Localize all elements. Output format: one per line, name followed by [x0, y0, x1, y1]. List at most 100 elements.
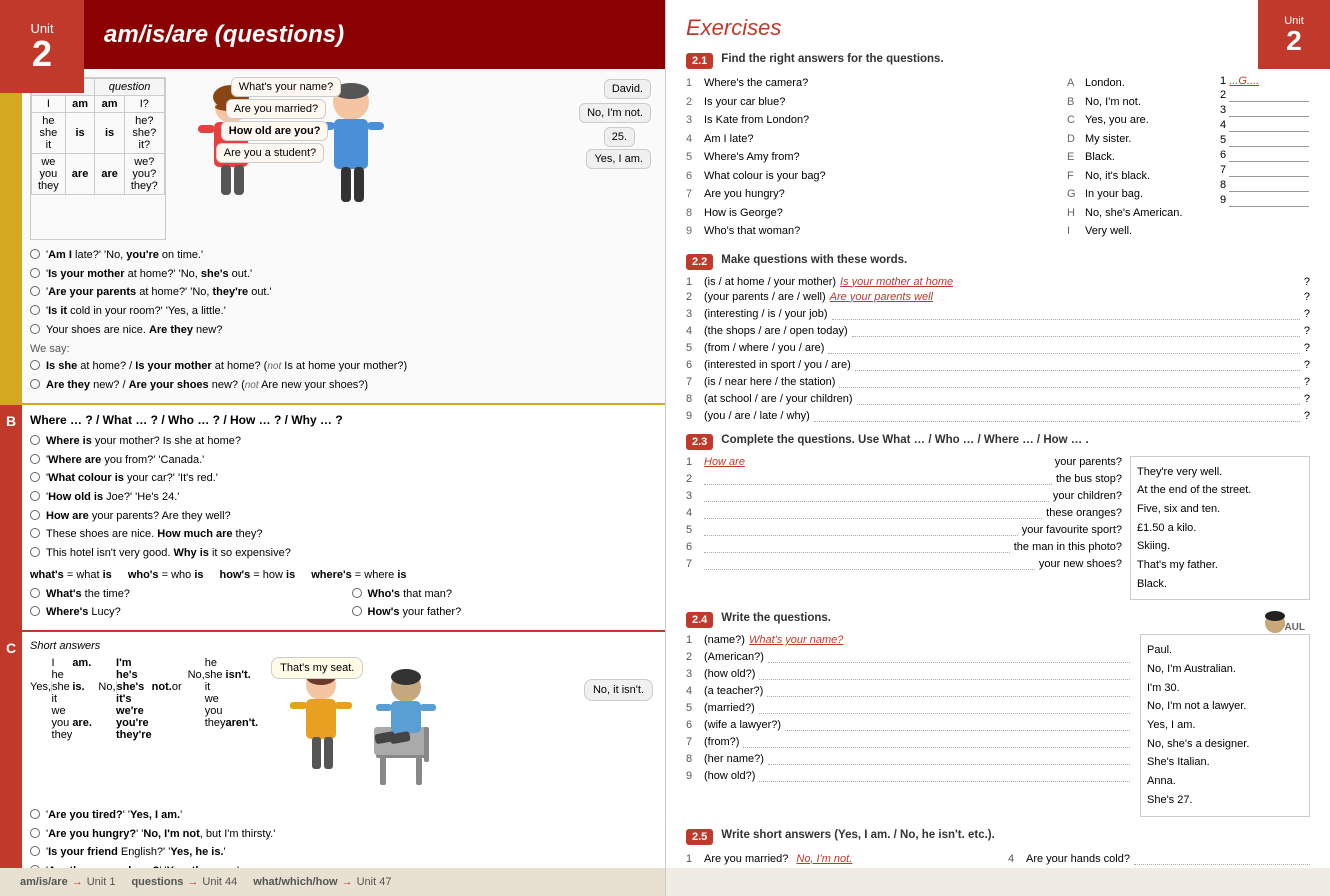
- example-item: 'How old is Joe?' 'He's 24.': [30, 488, 653, 507]
- ex-item: 9 (you / are / late / why) ?: [686, 408, 1310, 422]
- answer-row: CYes, you are.: [1067, 112, 1212, 129]
- short-ans-area: Iam. he Yes,sheis. it we youare. they I'…: [30, 657, 653, 800]
- paul-figure: [1261, 611, 1289, 646]
- section-c-examples: 'Are you tired?' 'Yes, I am.' 'Are you h…: [30, 806, 653, 868]
- grammar-area: positive question I am am I? he she it i…: [30, 77, 653, 240]
- ex-header-2-4: 2.4 Write the questions.: [686, 612, 1310, 628]
- ex-item: 7 (from?): [686, 734, 1130, 748]
- exercise-2-5: 2.5 Write short answers (Yes, I am. / No…: [686, 829, 1310, 869]
- exercises-title: Exercises: [686, 15, 1310, 41]
- section-a: A positive question I am am I?: [0, 69, 665, 405]
- radio-dot: [30, 547, 40, 557]
- example-item: These shoes are nice. How much are they?: [30, 525, 653, 544]
- ex-2-5-grid: 1 Are you married? No, I'm not. 4 Are yo…: [686, 851, 1310, 869]
- section-a-notes: Is she at home? / Is your mother at home…: [30, 357, 653, 394]
- ex-header-2-1: 2.1 Find the right answers for the quest…: [686, 53, 1310, 69]
- ex-item: 1 How are your parents?: [686, 456, 1122, 468]
- radio-dot: [30, 491, 40, 501]
- unit-badge-left: Unit 2: [0, 0, 84, 93]
- ex-header-2-5: 2.5 Write short answers (Yes, I am. / No…: [686, 829, 1310, 845]
- answer-row: DMy sister.: [1067, 131, 1212, 148]
- section-b: B Where … ? / What … ? / Who … ? / How ……: [0, 405, 665, 632]
- section-b-examples2: What's the time? Where's Lucy? Who's tha…: [30, 585, 653, 622]
- answers-col: ALondon. BNo, I'm not. CYes, you are. DM…: [1067, 75, 1212, 242]
- match-row: 2Is your car blue?: [686, 94, 1059, 111]
- illustration-c: That's my seat. No, it isn't.: [266, 657, 653, 800]
- radio-dot: [30, 454, 40, 464]
- section-b-examples: Where is your mother? Is she at home? 'W…: [30, 432, 653, 563]
- lesson-title: am/is/are (questions): [104, 21, 344, 49]
- short-ans-tables: Iam. he Yes,sheis. it we youare. they I'…: [30, 657, 258, 741]
- ex-num-2-2: 2.2: [686, 254, 713, 270]
- radio-dot: [30, 435, 40, 445]
- bubble-c2: No, it isn't.: [584, 679, 653, 701]
- radio-dot: [30, 324, 40, 334]
- bubble-8: Yes, I am.: [586, 149, 651, 169]
- blank-row: 4: [1220, 119, 1310, 132]
- radio-dot: [30, 588, 40, 598]
- ex-item: 2 (your parents / are / well) Are your p…: [686, 291, 1310, 303]
- right-content: Exercises 2.1 Find the right answers for…: [666, 0, 1330, 868]
- match-row: 6What colour is your bag?: [686, 168, 1059, 185]
- blank-row: 2: [1220, 89, 1310, 102]
- radio-dot: [30, 846, 40, 856]
- ex-instr-2-2: Make questions with these words.: [721, 254, 907, 266]
- radio-dot: [30, 472, 40, 482]
- ex-num-2-1: 2.1: [686, 53, 713, 69]
- ex-2-4-cols: 1 (name?) What's your name? 2 (American?…: [686, 634, 1310, 816]
- blank-row: 3: [1220, 104, 1310, 117]
- note-item: Are they new? / Are your shoes new? (not…: [30, 376, 653, 395]
- radio-dot: [30, 510, 40, 520]
- example-item: Who's that man?: [352, 585, 654, 604]
- blank-row: 6: [1220, 149, 1310, 162]
- ex-item: 5 (married?): [686, 700, 1130, 714]
- answer-row: GIn your bag.: [1067, 186, 1212, 203]
- exercise-2-2: 2.2 Make questions with these words. 1 (…: [686, 254, 1310, 422]
- ex-item: 7 your new shoes?: [686, 556, 1122, 570]
- ex-2-4-right: PAUL Paul. No, I'm Australian. I'm 30. N…: [1140, 634, 1310, 816]
- isnt-table: he No,sheisn't. it we you theyaren't.: [188, 657, 259, 729]
- exercise-2-3: 2.3 Complete the questions. Use What … /…: [686, 434, 1310, 601]
- illustration-a: What's your name? Are you married? How o…: [176, 77, 653, 240]
- exercise-2-1: 2.1 Find the right answers for the quest…: [686, 53, 1310, 242]
- matching-table-2-1: 1Where's the camera? 2Is your car blue? …: [686, 75, 1310, 242]
- ex-num-2-3: 2.3: [686, 434, 713, 450]
- match-row: 1Where's the camera?: [686, 75, 1059, 92]
- right-page: Unit 2 Exercises 2.1 Find the right answ…: [665, 0, 1330, 896]
- ex-item: 4 these oranges?: [686, 505, 1122, 519]
- example-item: 'Is your mother at home?' 'No, she's out…: [30, 265, 653, 284]
- wh-contractions: what's = what is who's = who is how's = …: [30, 569, 653, 581]
- note-item: Is she at home? / Is your mother at home…: [30, 357, 653, 376]
- ex-item: 1 (name?) What's your name?: [686, 634, 1130, 646]
- responses-box: They're very well. At the end of the str…: [1130, 456, 1310, 601]
- bubble-4: Are you a student?: [216, 143, 324, 163]
- match-row: 9Who's that woman?: [686, 223, 1059, 240]
- ex-item: 4 (a teacher?): [686, 683, 1130, 697]
- radio-dot: [30, 809, 40, 819]
- title-bar: am/is/are (questions): [84, 0, 665, 69]
- example-item: How are your parents? Are they well?: [30, 507, 653, 526]
- radio-dot: [30, 828, 40, 838]
- ex-item: 5 your favourite sport?: [686, 522, 1122, 536]
- ex-item: 1 (is / at home / your mother) Is your m…: [686, 276, 1310, 288]
- questions-col: 1Where's the camera? 2Is your car blue? …: [686, 75, 1059, 242]
- yes-table: Iam. he Yes,sheis. it we youare. they: [30, 657, 92, 741]
- radio-dot: [30, 305, 40, 315]
- example-item: 'What colour is your car?' 'It's red.': [30, 469, 653, 488]
- radio-dot: [30, 528, 40, 538]
- section-c-title: Short answers: [30, 640, 653, 652]
- exercise-2-4: 2.4 Write the questions. 1 (name?) What'…: [686, 612, 1310, 816]
- ex-item: 3 (how old?): [686, 666, 1130, 680]
- blank-row: 1 ...G....: [1220, 75, 1310, 87]
- answer-row: EBlack.: [1067, 149, 1212, 166]
- ex-item: 8 (at school / are / your children) ?: [686, 391, 1310, 405]
- section-a-examples: 'Am I late?' 'No, you're on time.' 'Is y…: [30, 246, 653, 339]
- ex-item: 7 (is / near here / the station) ?: [686, 374, 1310, 388]
- ex-item: 3 (interesting / is / your job) ?: [686, 306, 1310, 320]
- ex-item: 6 (interested in sport / you / are) ?: [686, 357, 1310, 371]
- section-c: C Short answers Iam. he Yes,sheis. it we…: [0, 632, 665, 868]
- radio-dot: [30, 286, 40, 296]
- ex-item: 6 the man in this photo?: [686, 539, 1122, 553]
- ex-num-2-4: 2.4: [686, 612, 713, 628]
- ex-item: 4 (the shops / are / open today) ?: [686, 323, 1310, 337]
